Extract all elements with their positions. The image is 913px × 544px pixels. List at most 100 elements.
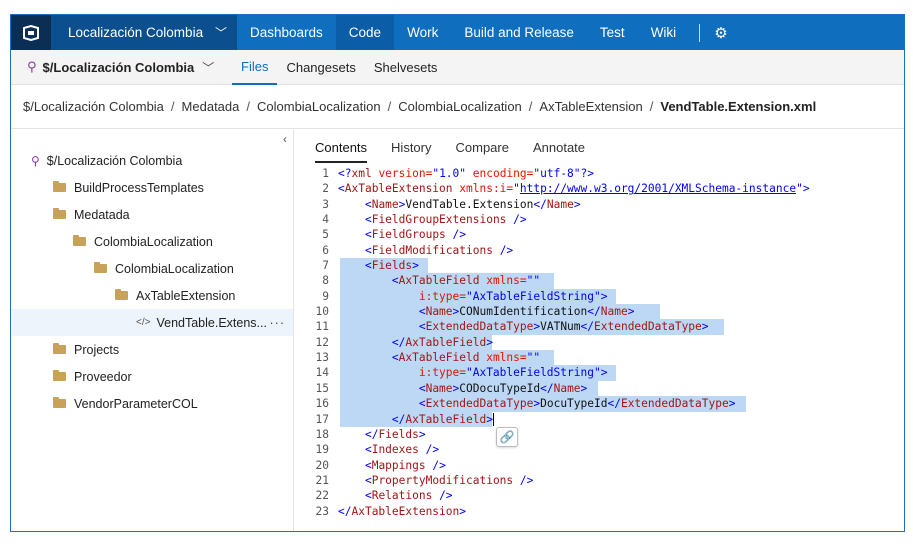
folder-icon — [53, 181, 66, 192]
schema-link[interactable]: http://www.w3.org/2001/XMLSchema-instanc… — [520, 182, 796, 195]
breadcrumb-item[interactable]: ColombiaLocalization — [398, 99, 522, 114]
line-number: 12 — [315, 335, 329, 349]
line-number: 15 — [315, 381, 329, 395]
tree-item-label: Proveedor — [74, 369, 132, 384]
line-number: 16 — [315, 397, 329, 411]
nav-code[interactable]: Code — [335, 15, 395, 50]
nav-test[interactable]: Test — [587, 15, 638, 50]
nav-work[interactable]: Work — [394, 15, 451, 50]
code-line-selected: 8 <AxTableField xmlns="" — [295, 273, 904, 289]
code-line: 22 <Relations /> — [295, 488, 904, 503]
folder-icon — [94, 262, 107, 273]
gear-icon[interactable]: ⚙ — [714, 24, 727, 42]
tab-files[interactable]: Files — [232, 50, 278, 85]
code-viewer[interactable]: 1 <?xml version="1.0" encoding="utf-8"?> … — [295, 166, 904, 519]
line-number: 2 — [322, 182, 329, 196]
line-number: 17 — [315, 412, 329, 426]
code-line-selected: 11 <ExtendedDataType>VATNum</ExtendedDat… — [295, 319, 904, 335]
tree-item-label: BuildProcessTemplates — [74, 180, 204, 195]
line-number: 14 — [315, 366, 329, 380]
breadcrumb-item[interactable]: AxTableExtension — [539, 99, 642, 114]
tree-item-root[interactable]: ⚲ $/Localización Colombia — [11, 147, 293, 174]
azure-devops-logo-icon[interactable] — [11, 15, 51, 50]
nav-wiki[interactable]: Wiki — [638, 15, 690, 50]
tree-item-label: Projects — [74, 342, 120, 357]
tab-changesets[interactable]: Changesets — [277, 50, 364, 85]
line-number: 21 — [315, 473, 329, 487]
copy-link-icon[interactable]: 🔗 — [496, 427, 518, 447]
line-number: 3 — [322, 197, 329, 211]
tree-item-proveedor[interactable]: Proveedor — [11, 363, 293, 390]
line-number: 18 — [315, 427, 329, 441]
nav-build-and-release[interactable]: Build and Release — [451, 15, 587, 50]
tree-item-label: $/Localización Colombia — [46, 153, 183, 168]
line-number: 20 — [315, 458, 329, 472]
tree-item-label: AxTableExtension — [136, 288, 236, 303]
tab-compare[interactable]: Compare — [456, 140, 509, 163]
code-line: 4 <FieldGroupExtensions /> — [295, 212, 904, 227]
breadcrumb-current-file: VendTable.Extension.xml — [660, 99, 817, 114]
code-line: 1 <?xml version="1.0" encoding="utf-8"?> — [295, 166, 904, 181]
folder-icon — [53, 208, 66, 219]
folder-icon — [53, 370, 66, 381]
content-tabs: Contents History Compare Annotate — [315, 140, 609, 163]
code-line-selected: 13 <AxTableField xmlns="" — [295, 350, 904, 366]
code-line: 3 <Name>VendTable.Extension</Name> — [295, 197, 904, 212]
line-number: 7 — [322, 259, 329, 273]
window-frame: Localización Colombia ﹀ Dashboards Code … — [10, 14, 905, 532]
tree-item-vendorparametercol[interactable]: VendorParameterCOL — [11, 390, 293, 417]
folder-icon — [115, 289, 128, 300]
nav-separator — [699, 23, 701, 42]
line-number: 6 — [322, 243, 329, 257]
breadcrumb-separator: / — [387, 99, 392, 114]
tab-shelvesets[interactable]: Shelvesets — [365, 50, 447, 85]
code-line: 20 <Mappings /> — [295, 458, 904, 473]
breadcrumb-separator: / — [246, 99, 250, 114]
collapse-panel-icon[interactable]: ‹ — [283, 132, 287, 146]
code-line-selected: 10 <Name>CONumIdentification</Name> — [295, 304, 904, 320]
line-number: 23 — [315, 504, 329, 518]
line-number: 11 — [315, 320, 329, 334]
chevron-down-icon: ﹀ — [202, 60, 215, 75]
breadcrumb: $/Localización Colombia / Medatada / Col… — [11, 85, 904, 129]
tree-item-colombialocalization[interactable]: ColombiaLocalization — [11, 228, 293, 255]
line-number: 4 — [322, 213, 329, 227]
tree-item-medatada[interactable]: Medatada — [11, 201, 293, 228]
line-number: 9 — [322, 289, 329, 303]
breadcrumb-item[interactable]: $/Localización Colombia — [23, 99, 164, 114]
tree-item-colombialocalization-sub[interactable]: ColombiaLocalization — [11, 255, 293, 282]
code-line-selected: 17 </AxTableField> — [295, 411, 904, 427]
code-line: 2 <AxTableExtension xmlns:i="http://www.w… — [295, 181, 904, 196]
tab-history[interactable]: History — [391, 140, 431, 163]
tfvc-repo-icon: ⚲ — [31, 153, 40, 168]
tree-item-buildprocesstemplates[interactable]: BuildProcessTemplates — [11, 174, 293, 201]
code-line-selected: 7 <Fields> — [295, 258, 904, 274]
tab-annotate[interactable]: Annotate — [533, 140, 585, 163]
code-line-selected: 16 <ExtendedDataType>DocuTypeId</Extende… — [295, 396, 904, 412]
code-line-selected: 12 </AxTableField> — [295, 334, 904, 351]
breadcrumb-item[interactable]: ColombiaLocalization — [257, 99, 381, 114]
tree-item-label: VendTable.Extens... — [156, 315, 267, 330]
code-line: 5 <FieldGroups /> — [295, 227, 904, 242]
code-file-icon: </> — [136, 317, 151, 328]
file-tree-panel: ‹ ⚲ $/Localización Colombia BuildProcess… — [11, 130, 294, 531]
breadcrumb-item[interactable]: Medatada — [182, 99, 240, 114]
breadcrumb-separator: / — [170, 99, 175, 114]
code-line-selected: 14 i:type="AxTableFieldString"> — [295, 365, 904, 381]
nav-dashboards[interactable]: Dashboards — [237, 15, 336, 50]
repository-selector[interactable]: ⚲ $/Localización Colombia ﹀ — [11, 59, 232, 76]
tree-item-axtableextension[interactable]: AxTableExtension — [11, 282, 293, 309]
folder-icon — [73, 235, 86, 246]
line-number: 22 — [315, 489, 329, 503]
line-number: 13 — [315, 351, 329, 365]
code-line: 19 <Indexes /> — [295, 442, 904, 457]
code-line: 23 </AxTableExtension> — [295, 504, 904, 519]
tree-item-vendtable-extension[interactable]: </> VendTable.Extens... ··· — [11, 309, 293, 336]
tab-contents[interactable]: Contents — [315, 140, 368, 163]
more-options-icon[interactable]: ··· — [270, 316, 286, 330]
code-line: 21 <PropertyModifications /> — [295, 473, 904, 488]
tree-item-projects[interactable]: Projects — [11, 336, 293, 363]
top-navigation: Localización Colombia ﹀ Dashboards Code … — [11, 15, 904, 50]
project-selector[interactable]: Localización Colombia ﹀ — [51, 15, 237, 50]
line-number: 8 — [322, 274, 329, 288]
